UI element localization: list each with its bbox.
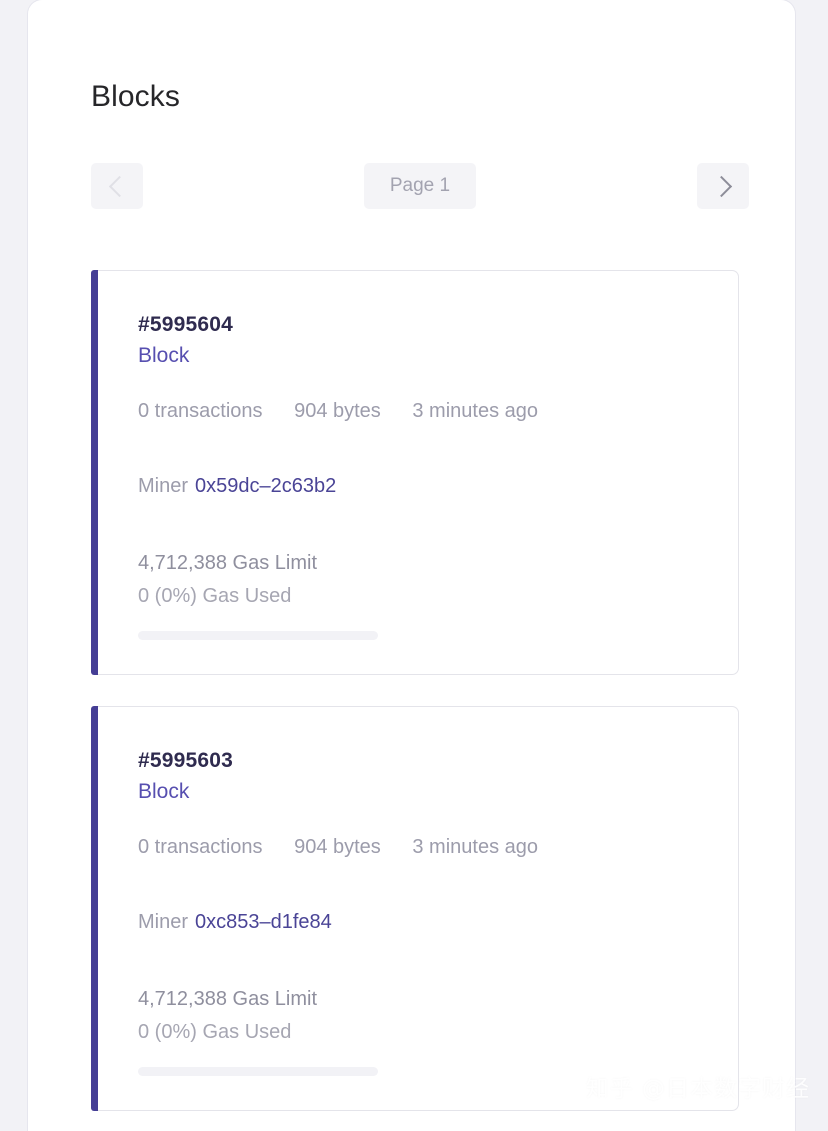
gas-usage-bar (138, 631, 378, 640)
gas-used: 0 (0%) Gas Used (138, 1021, 292, 1043)
gas-limit: 4,712,388 Gas Limit (138, 552, 317, 574)
block-stats: 0 transactions 904 bytes 3 minutes ago (138, 397, 704, 425)
gas-usage-bar (138, 1067, 378, 1076)
previous-page-button[interactable] (91, 163, 143, 209)
block-transactions: 0 transactions (138, 836, 263, 858)
miner-address-link[interactable]: 0xc853–d1fe84 (195, 911, 332, 933)
block-gas: 4,712,388 Gas Limit 0 (0%) Gas Used (138, 983, 704, 1076)
block-card[interactable]: #5995603 Block 0 transactions 904 bytes … (91, 706, 739, 1111)
block-number: #5995603 (138, 749, 234, 772)
pagination: Page 1 (91, 163, 749, 209)
block-miner: Miner 0xc853–d1fe84 (138, 908, 704, 936)
block-list: #5995604 Block 0 transactions 904 bytes … (91, 270, 739, 1131)
block-stats: 0 transactions 904 bytes 3 minutes ago (138, 833, 704, 861)
chevron-left-icon (108, 175, 130, 197)
page-indicator-button[interactable]: Page 1 (364, 163, 476, 209)
block-card[interactable]: #5995604 Block 0 transactions 904 bytes … (91, 270, 739, 675)
gas-used: 0 (0%) Gas Used (138, 585, 292, 607)
app-container: Blocks Page 1 #5995604 Block 0 transacti… (28, 0, 795, 1131)
block-age: 3 minutes ago (412, 836, 539, 858)
block-size: 904 bytes (294, 400, 381, 422)
block-miner: Miner 0x59dc–2c63b2 (138, 472, 704, 500)
block-age: 3 minutes ago (412, 400, 539, 422)
miner-label: Miner (138, 475, 189, 497)
next-page-button[interactable] (697, 163, 749, 209)
page-title: Blocks (91, 80, 180, 114)
gas-limit: 4,712,388 Gas Limit (138, 988, 317, 1010)
chevron-right-icon (710, 175, 732, 197)
block-number: #5995604 (138, 313, 234, 336)
block-kind-link[interactable]: Block (138, 341, 189, 371)
block-size: 904 bytes (294, 836, 381, 858)
block-transactions: 0 transactions (138, 400, 263, 422)
block-gas: 4,712,388 Gas Limit 0 (0%) Gas Used (138, 547, 704, 640)
block-kind-link[interactable]: Block (138, 777, 189, 807)
miner-address-link[interactable]: 0x59dc–2c63b2 (195, 475, 336, 497)
miner-label: Miner (138, 911, 189, 933)
